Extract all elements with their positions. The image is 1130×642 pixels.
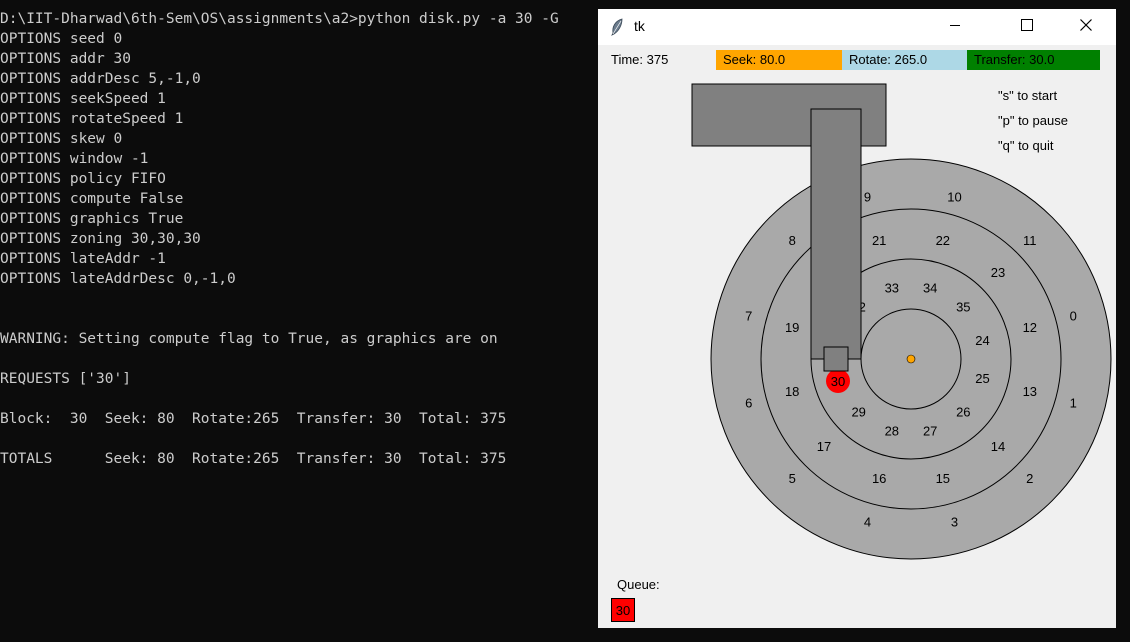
tk-window: tk Time: 375 Seek: 80.0 Rotate: 265.0 Tr…: [598, 9, 1116, 628]
warning-line: WARNING: Setting compute flag to True, a…: [0, 331, 498, 347]
outer-track-sector-2: 2: [1026, 471, 1033, 486]
option-policy: OPTIONS policy FIFO: [0, 171, 166, 187]
option-seekspeed: OPTIONS seekSpeed 1: [0, 91, 166, 107]
inner-track-sector-35: 35: [956, 300, 970, 315]
window-title: tk: [634, 18, 645, 34]
command-prompt-line: D:\IIT-Dharwad\6th-Sem\OS\assignments\a2…: [0, 11, 559, 27]
option-window: OPTIONS window -1: [0, 151, 149, 167]
inner-track-sector-27: 27: [923, 424, 937, 439]
middle-track-sector-22: 22: [936, 233, 950, 248]
inner-track-sector-25: 25: [975, 371, 989, 386]
middle-track-sector-18: 18: [785, 384, 799, 399]
minimize-button[interactable]: [932, 9, 978, 45]
inner-track-sector-28: 28: [885, 424, 899, 439]
inner-track-sector-26: 26: [956, 404, 970, 419]
minimize-icon: [949, 18, 961, 36]
middle-track-sector-14: 14: [991, 439, 1005, 454]
middle-track-sector-12: 12: [1023, 320, 1037, 335]
title-bar[interactable]: tk: [598, 9, 1116, 45]
option-addrdesc: OPTIONS addrDesc 5,-1,0: [0, 71, 201, 87]
disk-drawing: 01234567891011 121314151617181920212223 …: [691, 83, 1112, 560]
outer-track-sector-5: 5: [789, 471, 796, 486]
option-lateaddrdesc: OPTIONS lateAddrDesc 0,-1,0: [0, 271, 236, 287]
option-skew: OPTIONS skew 0: [0, 131, 123, 147]
queue-label: Queue:: [617, 577, 660, 592]
option-seed: OPTIONS seed 0: [0, 31, 123, 47]
spindle: [906, 354, 916, 364]
queue-item: 30: [611, 598, 635, 622]
middle-track-sector-16: 16: [872, 471, 886, 486]
outer-track-sector-10: 10: [947, 190, 961, 205]
option-compute: OPTIONS compute False: [0, 191, 184, 207]
outer-track-sector-7: 7: [745, 309, 752, 324]
feather-icon: [610, 18, 624, 41]
outer-track-sector-11: 11: [1023, 233, 1037, 248]
option-lateaddr: OPTIONS lateAddr -1: [0, 251, 166, 267]
option-rotatespeed: OPTIONS rotateSpeed 1: [0, 111, 184, 127]
requested-block-label: 30: [831, 374, 845, 389]
option-graphics: OPTIONS graphics True: [0, 211, 184, 227]
maximize-button[interactable]: [1004, 9, 1050, 45]
outer-track-sector-3: 3: [951, 514, 958, 529]
outer-track-sector-9: 9: [864, 190, 871, 205]
inner-track-sector-33: 33: [885, 281, 899, 296]
outer-track-sector-8: 8: [789, 233, 796, 248]
option-addr: OPTIONS addr 30: [0, 51, 131, 67]
outer-track-sector-0: 0: [1070, 309, 1077, 324]
outer-track-sector-4: 4: [864, 514, 871, 529]
inner-track-sector-29: 29: [851, 404, 865, 419]
totals-line: TOTALS Seek: 80 Rotate:265 Transfer: 30 …: [0, 451, 507, 467]
disk-head: [823, 346, 849, 372]
console-window: D:\IIT-Dharwad\6th-Sem\OS\assignments\a2…: [0, 0, 596, 642]
simulation-canvas: Time: 375 Seek: 80.0 Rotate: 265.0 Trans…: [598, 45, 1116, 628]
block-result-line: Block: 30 Seek: 80 Rotate:265 Transfer: …: [0, 411, 507, 427]
middle-track-sector-15: 15: [936, 471, 950, 486]
middle-track-sector-23: 23: [991, 265, 1005, 280]
middle-track-sector-17: 17: [817, 439, 831, 454]
outer-track-sector-6: 6: [745, 396, 752, 411]
middle-track-sector-21: 21: [872, 233, 886, 248]
close-button[interactable]: [1063, 9, 1109, 45]
maximize-icon: [1021, 18, 1033, 36]
close-icon: [1080, 18, 1092, 36]
inner-track-sector-34: 34: [923, 281, 937, 296]
inner-track-sector-24: 24: [975, 333, 989, 348]
requests-line: REQUESTS ['30']: [0, 371, 131, 387]
middle-track-sector-13: 13: [1023, 384, 1037, 399]
middle-track-sector-19: 19: [785, 320, 799, 335]
option-zoning: OPTIONS zoning 30,30,30: [0, 231, 201, 247]
outer-track-sector-1: 1: [1070, 396, 1077, 411]
disk-arm[interactable]: [810, 108, 862, 360]
